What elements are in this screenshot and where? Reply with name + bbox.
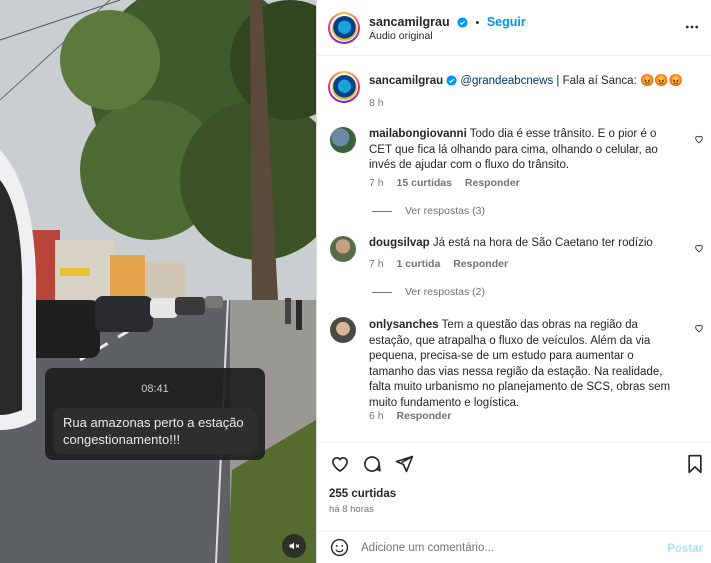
comment-likes[interactable]: 1 curtida xyxy=(397,258,441,270)
share-icon[interactable] xyxy=(394,454,414,474)
comment-age: 6 h xyxy=(369,410,384,422)
comment-username[interactable]: mailabongiovanni xyxy=(369,128,467,140)
view-replies-button[interactable]: Ver respostas (3) xyxy=(372,205,485,217)
post-actions: 255 curtidas há 8 horas xyxy=(317,442,711,523)
comment-username[interactable]: onlysanches xyxy=(369,319,439,331)
author-username[interactable]: sancamilgrau xyxy=(369,15,450,29)
comment-meta: 7 h 1 curtida Responder xyxy=(369,258,518,270)
like-comment-heart-icon[interactable] xyxy=(694,243,704,253)
comment-input[interactable] xyxy=(361,538,661,558)
verified-badge-icon xyxy=(446,75,457,86)
separator-dot: • xyxy=(475,17,480,29)
comment-username[interactable]: dougsilvap xyxy=(369,237,430,249)
comment-text: mailabongiovanni Todo dia é esse trânsit… xyxy=(369,127,679,174)
comment-meta: 6 h Responder xyxy=(369,410,461,422)
bookmark-icon[interactable] xyxy=(686,454,704,474)
follow-button[interactable]: Seguir xyxy=(487,15,526,29)
view-replies-button[interactable]: Ver respostas (2) xyxy=(372,286,485,298)
post-side-panel: sancamilgrau • Seguir Áudio original san… xyxy=(316,0,711,563)
caption-age: 8 h xyxy=(369,97,384,109)
comment-text: onlysanches Tem a questão das obras na r… xyxy=(369,318,679,411)
comment-likes[interactable]: 15 curtidas xyxy=(397,177,452,189)
mute-button[interactable] xyxy=(282,534,306,558)
heart-icon[interactable] xyxy=(330,454,350,474)
comment-composer: Postar xyxy=(317,531,711,563)
post-button[interactable]: Postar xyxy=(667,543,703,555)
post-header: sancamilgrau • Seguir Áudio original xyxy=(317,0,711,56)
author-avatar[interactable] xyxy=(328,12,360,44)
comment-body: Tem a questão das obras na região da est… xyxy=(369,319,671,409)
comment-meta: 7 h 15 curtidas Responder xyxy=(369,177,530,189)
more-options-icon[interactable] xyxy=(685,20,699,34)
verified-badge-icon xyxy=(457,17,468,28)
commenter-avatar[interactable] xyxy=(330,127,356,153)
caption-username[interactable]: sancamilgrau xyxy=(369,75,443,87)
audio-label[interactable]: Áudio original xyxy=(369,30,433,42)
like-comment-heart-icon[interactable] xyxy=(694,323,704,333)
comment-text: dougsilvap Já está na hora de São Caetan… xyxy=(369,236,679,252)
street-video-frame xyxy=(0,0,316,563)
caption-avatar[interactable] xyxy=(328,71,360,103)
speaker-muted-icon xyxy=(289,542,300,550)
post-timestamp[interactable]: há 8 horas xyxy=(329,504,374,515)
story-time: 08:41 xyxy=(141,383,169,395)
comment-age: 7 h xyxy=(369,177,384,189)
reply-button[interactable]: Responder xyxy=(453,258,508,270)
comment-body: Já está na hora de São Caetano ter rodíz… xyxy=(432,237,653,249)
comment-icon[interactable] xyxy=(362,454,382,474)
comments-list[interactable]: sancamilgrau @grandeabcnews | Fala aí Sa… xyxy=(317,57,711,442)
story-message-text: Rua amazonas perto a estação congestiona… xyxy=(53,408,257,454)
caption-mention[interactable]: @grandeabcnews xyxy=(460,75,553,87)
story-message-card: 08:41 Rua amazonas perto a estação conge… xyxy=(45,368,265,460)
emoji-icon[interactable] xyxy=(330,538,349,557)
commenter-avatar[interactable] xyxy=(330,317,356,343)
commenter-avatar[interactable] xyxy=(330,236,356,262)
like-comment-heart-icon[interactable] xyxy=(694,134,704,144)
reply-button[interactable]: Responder xyxy=(397,410,452,422)
comment-age: 7 h xyxy=(369,258,384,270)
view-replies-label: Ver respostas (2) xyxy=(405,286,485,298)
caption-meta: 8 h xyxy=(369,97,394,109)
view-replies-label: Ver respostas (3) xyxy=(405,205,485,217)
post-media[interactable]: 08:41 Rua amazonas perto a estação conge… xyxy=(0,0,316,563)
likes-count[interactable]: 255 curtidas xyxy=(329,488,396,500)
caption-text: sancamilgrau @grandeabcnews | Fala aí Sa… xyxy=(369,74,699,90)
reply-button[interactable]: Responder xyxy=(465,177,520,189)
caption-body: | Fala aí Sanca: 😡😡😡 xyxy=(553,75,683,87)
